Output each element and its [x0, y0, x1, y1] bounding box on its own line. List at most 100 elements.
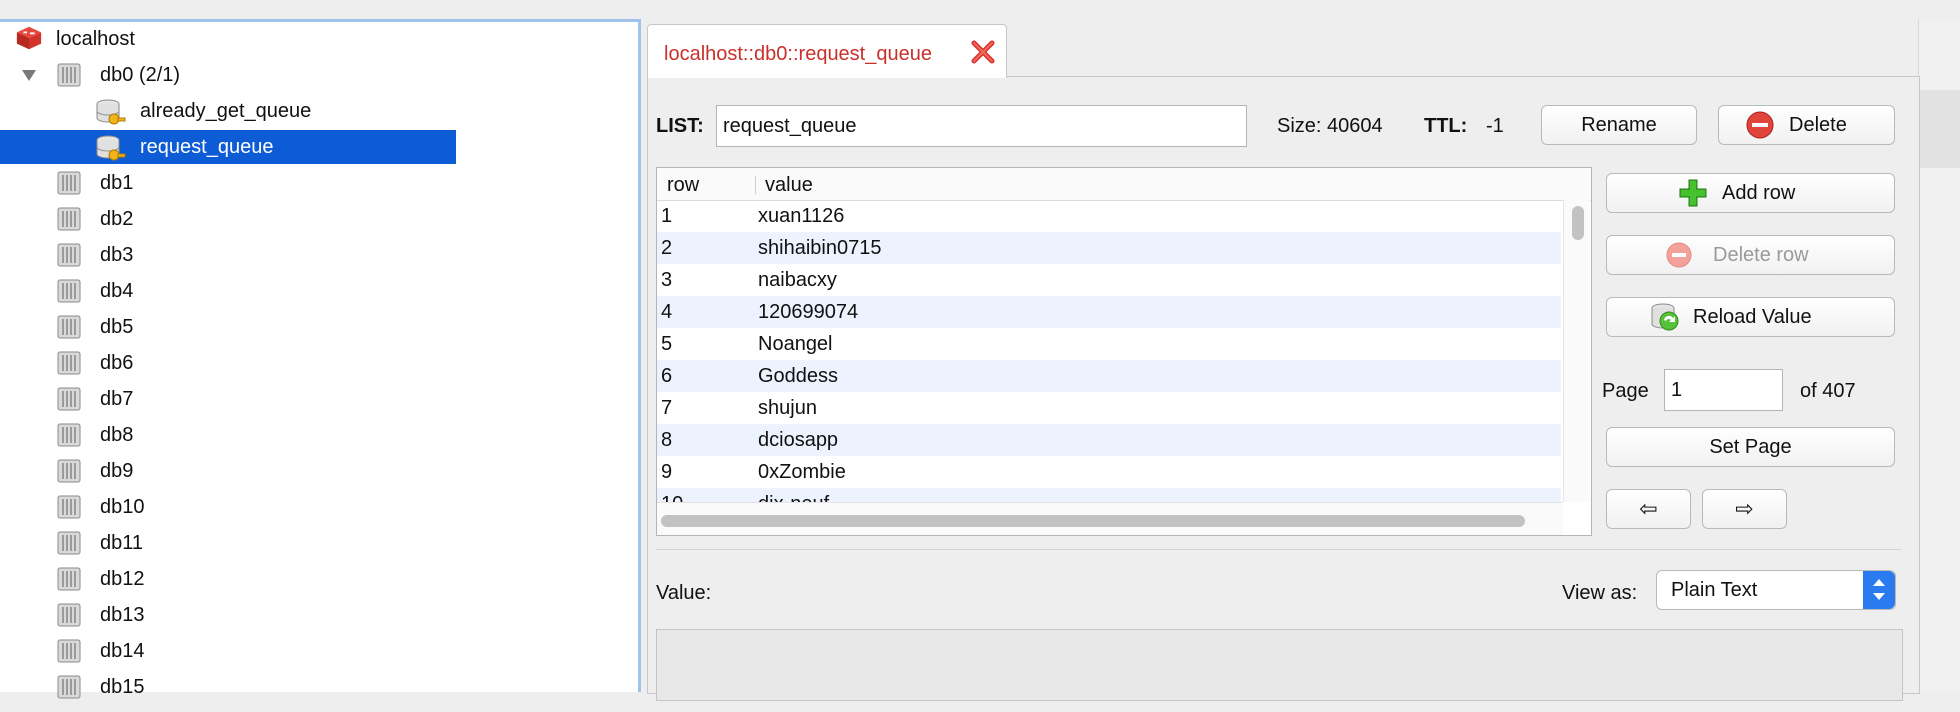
tree-item-server[interactable]: localhost — [0, 22, 600, 56]
tree-item-db5[interactable]: db5 — [0, 310, 600, 344]
tab-request-queue[interactable]: localhost::db0::request_queue — [647, 24, 1007, 78]
view-as-select[interactable]: Plain Text — [1656, 570, 1896, 610]
table-row[interactable]: 7 shujun — [657, 392, 1561, 424]
row-index-cell: 8 — [661, 429, 673, 451]
view-as-label: View as: — [1562, 582, 1638, 604]
table-row[interactable]: 2 shihaibin0715 — [657, 232, 1561, 264]
set-page-button-label: Set Page — [1709, 436, 1792, 458]
next-page-button[interactable]: ⇨ — [1702, 489, 1787, 529]
row-index-cell: 1 — [661, 205, 673, 227]
rename-button[interactable]: Rename — [1541, 105, 1697, 145]
tree-item-key-request-queue[interactable]: request_queue — [0, 130, 456, 164]
column-header-value[interactable]: value — [765, 168, 813, 200]
vertical-scroll-thumb[interactable] — [1572, 206, 1584, 240]
tree-item-db0[interactable]: db0 (2/1) — [0, 58, 600, 92]
tree-database-label: db15 — [100, 676, 145, 698]
row-index-cell: 4 — [661, 301, 673, 323]
reload-value-button-label: Reload Value — [1693, 306, 1812, 328]
database-icon — [54, 565, 84, 593]
row-value-cell: Noangel — [758, 333, 833, 355]
tree-database-label: db2 — [100, 208, 134, 230]
reload-icon — [1651, 303, 1679, 331]
row-value-cell: xuan1126 — [758, 205, 845, 227]
tree-database-label: db1 — [100, 172, 134, 194]
table-row[interactable]: 6 Goddess — [657, 360, 1561, 392]
horizontal-scroll-thumb[interactable] — [661, 515, 1525, 527]
database-icon — [54, 529, 84, 557]
tree-key-label: request_queue — [140, 136, 274, 158]
row-value-cell: Goddess — [758, 365, 839, 387]
reload-value-button[interactable]: Reload Value — [1606, 297, 1895, 337]
section-divider — [656, 549, 1901, 550]
tree-db0-label: db0 (2/1) — [100, 64, 181, 86]
tree-database-label: db11 — [100, 532, 144, 554]
row-index-cell: 3 — [661, 269, 673, 291]
table-row[interactable]: 8 dciosapp — [657, 424, 1561, 456]
tree-database-label: db4 — [100, 280, 134, 302]
tree-item-db11[interactable]: db11 — [0, 526, 600, 560]
row-index-cell: 9 — [661, 461, 673, 483]
row-index-cell: 2 — [661, 237, 673, 259]
previous-page-button[interactable]: ⇦ — [1606, 489, 1691, 529]
tree-item-db4[interactable]: db4 — [0, 274, 600, 308]
tree-item-db10[interactable]: db10 — [0, 490, 600, 524]
database-icon — [54, 637, 84, 665]
column-header-row[interactable]: row — [667, 168, 699, 200]
table-row[interactable]: 5 Noangel — [657, 328, 1561, 360]
tree-item-key-already-get-queue[interactable]: already_get_queue — [0, 94, 456, 128]
tree-item-db1[interactable]: db1 — [0, 166, 600, 200]
delete-row-button-label: Delete row — [1713, 244, 1809, 266]
column-separator — [755, 176, 756, 194]
database-icon — [54, 169, 84, 197]
set-page-button[interactable]: Set Page — [1606, 427, 1895, 467]
row-value-cell: naibacxy — [758, 269, 837, 291]
database-icon — [54, 385, 84, 413]
value-text-area[interactable] — [656, 629, 1903, 701]
tree-item-db8[interactable]: db8 — [0, 418, 600, 452]
database-icon — [54, 313, 84, 341]
tree-database-label: db3 — [100, 244, 134, 266]
tree-item-db9[interactable]: db9 — [0, 454, 600, 488]
vertical-scrollbar[interactable] — [1563, 200, 1590, 502]
next-page-arrow-icon: ⇨ — [1735, 496, 1754, 521]
tab-title: localhost::db0::request_queue — [664, 43, 932, 65]
tree-item-db7[interactable]: db7 — [0, 382, 600, 416]
row-index-cell: 6 — [661, 365, 673, 387]
delete-row-button[interactable]: Delete row — [1606, 235, 1895, 275]
page-input[interactable] — [1664, 369, 1783, 411]
tree-item-db2[interactable]: db2 — [0, 202, 600, 236]
row-value-cell: dix-neuf — [758, 488, 829, 502]
close-x-icon[interactable] — [970, 39, 996, 65]
tree-item-db12[interactable]: db12 — [0, 562, 600, 596]
row-value-cell: shihaibin0715 — [758, 237, 882, 259]
table-row[interactable]: 4 120699074 — [657, 296, 1561, 328]
database-icon — [54, 277, 84, 305]
database-icon — [54, 241, 84, 269]
tree-database-label: db10 — [100, 496, 145, 518]
table-row[interactable]: 3 naibacxy — [657, 264, 1561, 296]
table-row[interactable]: 9 0xZombie — [657, 456, 1561, 488]
key-name-input[interactable] — [716, 105, 1247, 147]
database-icon — [54, 205, 84, 233]
tree-item-db13[interactable]: db13 — [0, 598, 600, 632]
list-values-table[interactable]: row value 1 xuan1126 2 shihaibin0715 3 naibac… — [656, 167, 1592, 536]
row-value-cell: 120699074 — [758, 301, 859, 323]
key-icon — [96, 99, 126, 125]
tree-database-label: db14 — [100, 640, 145, 662]
row-value-cell: dciosapp — [758, 429, 839, 451]
delete-key-button-label: Delete — [1789, 114, 1847, 136]
tree-item-db3[interactable]: db3 — [0, 238, 600, 272]
tree-item-db14[interactable]: db14 — [0, 634, 600, 668]
rename-button-label: Rename — [1581, 114, 1657, 136]
table-row[interactable]: 10 dix-neuf — [657, 488, 1561, 502]
value-label: Value: — [656, 582, 712, 604]
row-index-cell: 5 — [661, 333, 673, 355]
row-value-cell: shujun — [758, 397, 817, 419]
delete-key-button[interactable]: Delete — [1718, 105, 1895, 145]
table-row[interactable]: 1 xuan1126 — [657, 200, 1561, 232]
tree-item-db15[interactable]: db15 — [0, 670, 600, 704]
expand-triangle-icon[interactable] — [20, 58, 38, 92]
add-row-button[interactable]: Add row — [1606, 173, 1895, 213]
tree-item-db6[interactable]: db6 — [0, 346, 600, 380]
horizontal-scrollbar[interactable] — [657, 502, 1563, 535]
